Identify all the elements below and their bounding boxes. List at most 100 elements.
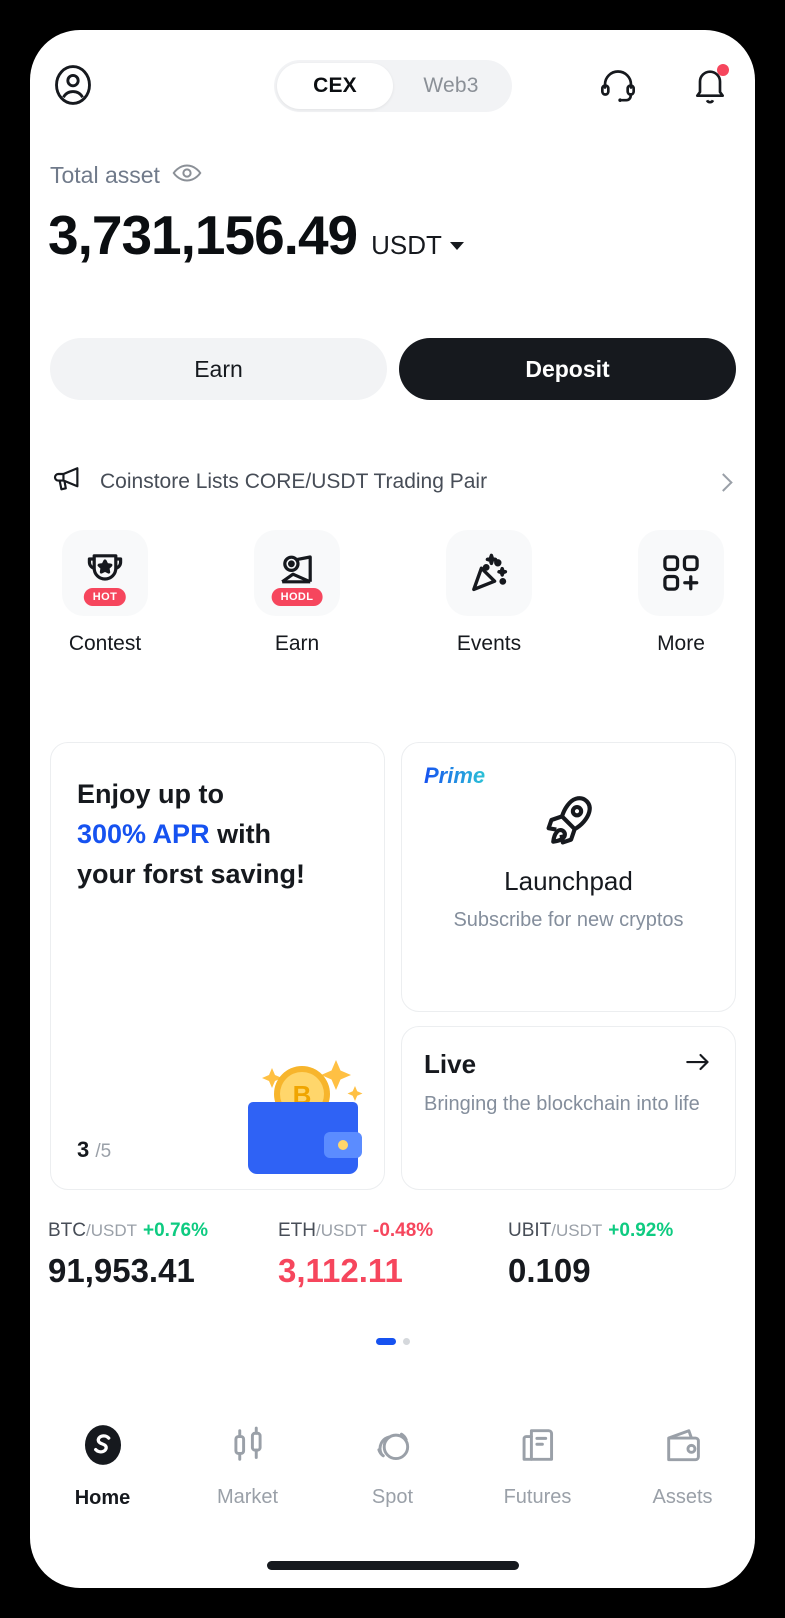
nav-label: Market: [216, 1486, 279, 1508]
header-actions: [593, 60, 735, 110]
quick-tile[interactable]: [446, 530, 532, 616]
ticker-price: 0.109: [508, 1252, 591, 1289]
eye-icon[interactable]: [172, 162, 202, 189]
ticker-ubit[interactable]: UBIT/USDT +0.92% 0.109: [508, 1220, 738, 1290]
promo-total: /5: [95, 1141, 112, 1162]
ticker-head: ETH/USDT -0.48%: [278, 1220, 508, 1242]
quick-action-label: Events: [456, 632, 522, 655]
notification-badge-dot: [717, 64, 729, 76]
live-header: Live: [424, 1049, 713, 1080]
chevron-down-icon: [449, 241, 464, 250]
headset-icon[interactable]: [593, 60, 643, 110]
ticker-head: UBIT/USDT +0.92%: [508, 1220, 738, 1242]
quick-tile[interactable]: HODL: [254, 530, 340, 616]
nav-item-market[interactable]: Market: [175, 1406, 320, 1526]
arrow-right-icon[interactable]: [683, 1049, 713, 1080]
total-asset-label: Total asset: [50, 162, 160, 188]
nav-item-futures[interactable]: Futures: [465, 1406, 610, 1526]
home-indicator: [266, 1561, 519, 1570]
ticker-price: 91,953.41: [48, 1252, 195, 1289]
nav-item-home[interactable]: Home: [30, 1406, 175, 1526]
ticker-change: +0.92%: [608, 1220, 674, 1241]
ticker-quote: /USDT: [316, 1221, 367, 1240]
ticker-btc[interactable]: BTC/USDT +0.76% 91,953.41: [48, 1220, 278, 1290]
launchpad-subtitle: Subscribe for new cryptos: [453, 909, 684, 931]
notification-button[interactable]: [685, 60, 735, 110]
rocket-icon: [538, 789, 600, 856]
tab-cex[interactable]: CEX: [277, 63, 393, 109]
nav-label: Assets: [652, 1486, 713, 1508]
ticker-quote: /USDT: [551, 1221, 603, 1240]
quick-tile[interactable]: [638, 530, 724, 616]
quick-action-events[interactable]: Events: [434, 530, 544, 656]
badge-hot: HOT: [83, 588, 127, 606]
prime-tag: Prime: [424, 763, 486, 788]
balance-row: 3,731,156.49 USDT: [48, 208, 464, 263]
cex-web3-toggle[interactable]: CEX Web3: [274, 60, 512, 112]
promo-current: 3: [77, 1137, 90, 1162]
ticker-base: BTC: [48, 1220, 86, 1241]
announcement-text: Coinstore Lists CORE/USDT Trading Pair: [100, 470, 488, 493]
ticker-row: BTC/USDT +0.76% 91,953.41 ETH/USDT -0.48% …: [48, 1220, 738, 1290]
saving-promo-card[interactable]: Enjoy up to 300% APR with your forst sav…: [50, 742, 385, 1190]
earn-button[interactable]: Earn: [50, 338, 387, 400]
quick-actions: HOT Contest HODL Earn Events More: [50, 530, 736, 656]
promo-title: Enjoy up to 300% APR with your forst sav…: [77, 775, 358, 895]
balance-amount: 3,731,156.49: [48, 204, 358, 266]
currency-label: USDT: [371, 230, 442, 260]
user-circle-icon[interactable]: [48, 60, 98, 110]
live-card[interactable]: Live Bringing the blockchain into life: [401, 1026, 736, 1190]
nav-label: Spot: [371, 1486, 414, 1508]
app-header: CEX Web3: [30, 52, 755, 122]
live-title: Live: [424, 1049, 477, 1079]
ticker-base: ETH: [278, 1220, 316, 1241]
promo-highlight: 300% APR: [77, 818, 210, 849]
promo-line1: Enjoy up to: [77, 779, 224, 809]
spot-swap-icon: [371, 1423, 415, 1472]
promo-line3: your forst saving!: [77, 858, 306, 889]
ticker-price: 3,112.11: [278, 1252, 403, 1289]
ticker-eth[interactable]: ETH/USDT -0.48% 3,112.11: [278, 1220, 508, 1290]
quick-action-label: Earn: [274, 632, 320, 655]
chevron-right-icon[interactable]: [714, 472, 733, 492]
nav-label: Home: [74, 1487, 131, 1509]
total-asset-row: Total asset: [50, 162, 202, 189]
wallet-icon: [661, 1423, 705, 1472]
profile-button[interactable]: [48, 60, 98, 110]
screenshot-root: CEX Web3 Total asset 3,731,156.49 USDT E…: [0, 0, 785, 1618]
live-subtitle: Bringing the blockchain into life: [424, 1093, 700, 1115]
nav-label: Futures: [503, 1486, 572, 1508]
ticker-base: UBIT: [508, 1220, 552, 1241]
quick-action-earn[interactable]: HODL Earn: [242, 530, 352, 656]
promo-line2-tail: with: [209, 818, 272, 849]
coinstore-logo-icon: [80, 1422, 126, 1473]
ticker-quote: /USDT: [86, 1221, 137, 1240]
announcement-bar[interactable]: Coinstore Lists CORE/USDT Trading Pair: [50, 456, 736, 508]
currency-selector[interactable]: USDT: [371, 230, 464, 261]
nav-item-assets[interactable]: Assets: [610, 1406, 755, 1526]
quick-tile[interactable]: HOT: [62, 530, 148, 616]
bottom-nav: Home Market Spot Futures Assets: [30, 1406, 755, 1526]
tab-web3[interactable]: Web3: [393, 63, 509, 109]
launchpad-card[interactable]: Prime Launchpad Subscribe for new crypto…: [401, 742, 736, 1012]
promo-cards: Enjoy up to 300% APR with your forst sav…: [50, 742, 736, 1190]
wallet-bitcoin-icon: B: [206, 1024, 366, 1179]
megaphone-icon: [50, 465, 84, 500]
candlestick-icon: [226, 1423, 270, 1472]
quick-action-more[interactable]: More: [626, 530, 736, 656]
quick-action-label: Contest: [68, 632, 142, 655]
ticker-change: -0.48%: [373, 1220, 434, 1241]
ticker-head: BTC/USDT +0.76%: [48, 1220, 278, 1242]
app-content: CEX Web3 Total asset 3,731,156.49 USDT E…: [30, 30, 755, 1588]
phone-screen: CEX Web3 Total asset 3,731,156.49 USDT E…: [30, 30, 755, 1588]
right-card-column: Prime Launchpad Subscribe for new crypto…: [401, 742, 736, 1190]
phone-frame: CEX Web3 Total asset 3,731,156.49 USDT E…: [8, 8, 777, 1610]
carousel-indicator[interactable]: [30, 1338, 755, 1345]
nav-item-spot[interactable]: Spot: [320, 1406, 465, 1526]
futures-doc-icon: [516, 1423, 560, 1472]
carousel-dot-active[interactable]: [375, 1338, 396, 1345]
quick-action-contest[interactable]: HOT Contest: [50, 530, 160, 656]
deposit-button[interactable]: Deposit: [399, 338, 736, 400]
carousel-dot[interactable]: [402, 1338, 410, 1345]
ticker-change: +0.76%: [143, 1220, 208, 1241]
